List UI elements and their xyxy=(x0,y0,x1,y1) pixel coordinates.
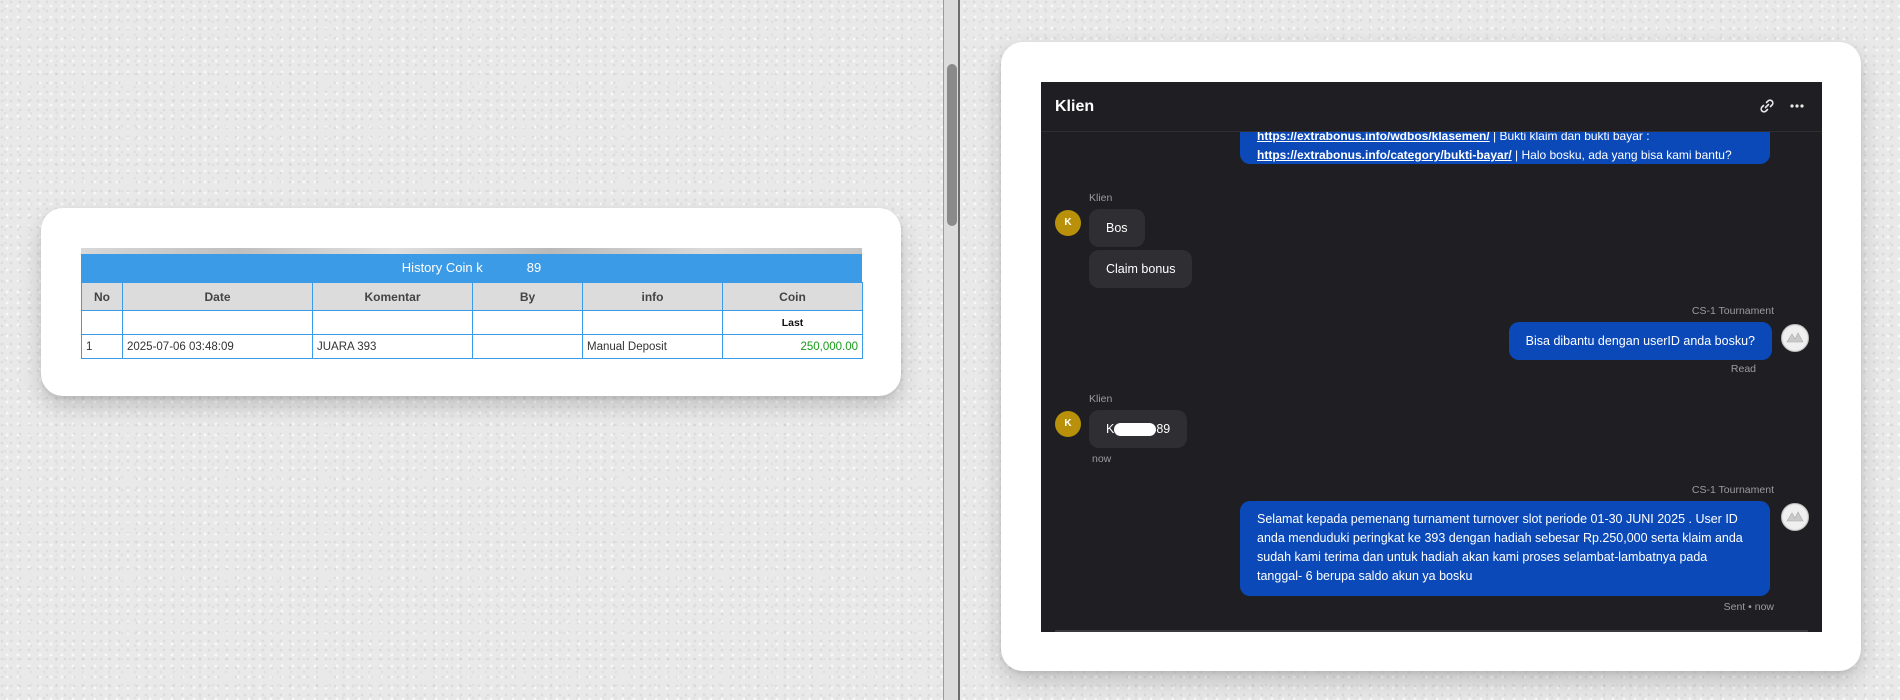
history-title-suffix: 89 xyxy=(526,260,542,275)
sent-status: Sent • now xyxy=(1723,601,1774,613)
col-coin[interactable]: Coin xyxy=(722,282,863,311)
empty-cell xyxy=(472,310,583,335)
composer-edge xyxy=(1055,630,1808,632)
message-bubble-incoming: Claim bonus xyxy=(1089,250,1193,288)
message-bubble-incoming: Bos xyxy=(1089,209,1145,247)
sender-name: CS-1 Tournament xyxy=(1691,305,1774,317)
sender-name: Klien xyxy=(1089,393,1113,405)
col-komentar[interactable]: Komentar xyxy=(312,282,473,311)
message-time: now xyxy=(1092,453,1112,465)
chat-card: https://extrabonus.info/wdbos/klasemen/ … xyxy=(1001,42,1861,671)
history-table-wrapper: History Coin k 89 No Date Komentar By inf… xyxy=(81,248,863,359)
redacted-area xyxy=(1114,423,1157,437)
message-text: 89 xyxy=(1156,422,1171,436)
message-bubble-outgoing: Bisa dibantu dengan userID anda bosku? xyxy=(1508,322,1772,360)
cell-coin: 250,000.00 xyxy=(722,334,863,359)
empty-cell xyxy=(582,310,723,335)
chat-title: Klien xyxy=(1055,98,1095,115)
more-icon[interactable] xyxy=(1789,98,1805,114)
avatar xyxy=(1781,324,1809,352)
history-header-row: No Date Komentar By info Coin xyxy=(81,282,863,311)
sender-name: CS-1 Tournament xyxy=(1691,484,1774,496)
message-text: | Halo bosku, ada yang bisa kami bantu? xyxy=(1511,148,1732,162)
avatar xyxy=(1781,503,1809,531)
avatar: K xyxy=(1055,411,1081,437)
link-icon[interactable] xyxy=(1759,98,1775,114)
chat-header: Klien xyxy=(1041,82,1822,132)
chat-window: https://extrabonus.info/wdbos/klasemen/ … xyxy=(1041,82,1822,632)
split-pane-divider[interactable] xyxy=(943,0,960,700)
history-table: No Date Komentar By info Coin Last 1 202… xyxy=(81,282,863,359)
message-bubble-outgoing: Selamat kepada pemenang turnament turnov… xyxy=(1240,501,1770,596)
empty-cell xyxy=(312,310,473,335)
col-by[interactable]: By xyxy=(472,282,583,311)
table-row: 1 2025-07-06 03:48:09 JUARA 393 Manual D… xyxy=(81,334,863,359)
history-coin-card: History Coin k 89 No Date Komentar By inf… xyxy=(41,208,901,396)
history-title-prefix: History Coin k xyxy=(401,260,483,275)
cell-date: 2025-07-06 03:48:09 xyxy=(122,334,313,359)
link-bukti-bayar[interactable]: https://extrabonus.info/category/bukti-b… xyxy=(1257,148,1512,162)
read-status: Read xyxy=(1730,363,1756,375)
last-row: Last xyxy=(81,310,863,335)
empty-cell xyxy=(81,310,123,335)
cell-info: Manual Deposit xyxy=(582,334,723,359)
scrollbar-thumb[interactable] xyxy=(947,64,957,226)
empty-cell xyxy=(122,310,313,335)
message-bubble-incoming: K 89 xyxy=(1089,410,1188,448)
cell-komentar: JUARA 393 xyxy=(312,334,473,359)
cell-no: 1 xyxy=(81,334,123,359)
col-date[interactable]: Date xyxy=(122,282,313,311)
avatar: K xyxy=(1055,210,1081,236)
col-info[interactable]: info xyxy=(582,282,723,311)
col-no[interactable]: No xyxy=(81,282,123,311)
cell-by xyxy=(472,334,583,359)
message-text: K xyxy=(1106,422,1115,436)
history-title: History Coin k 89 xyxy=(81,254,862,282)
last-label: Last xyxy=(722,310,863,335)
sender-name: Klien xyxy=(1089,192,1113,204)
